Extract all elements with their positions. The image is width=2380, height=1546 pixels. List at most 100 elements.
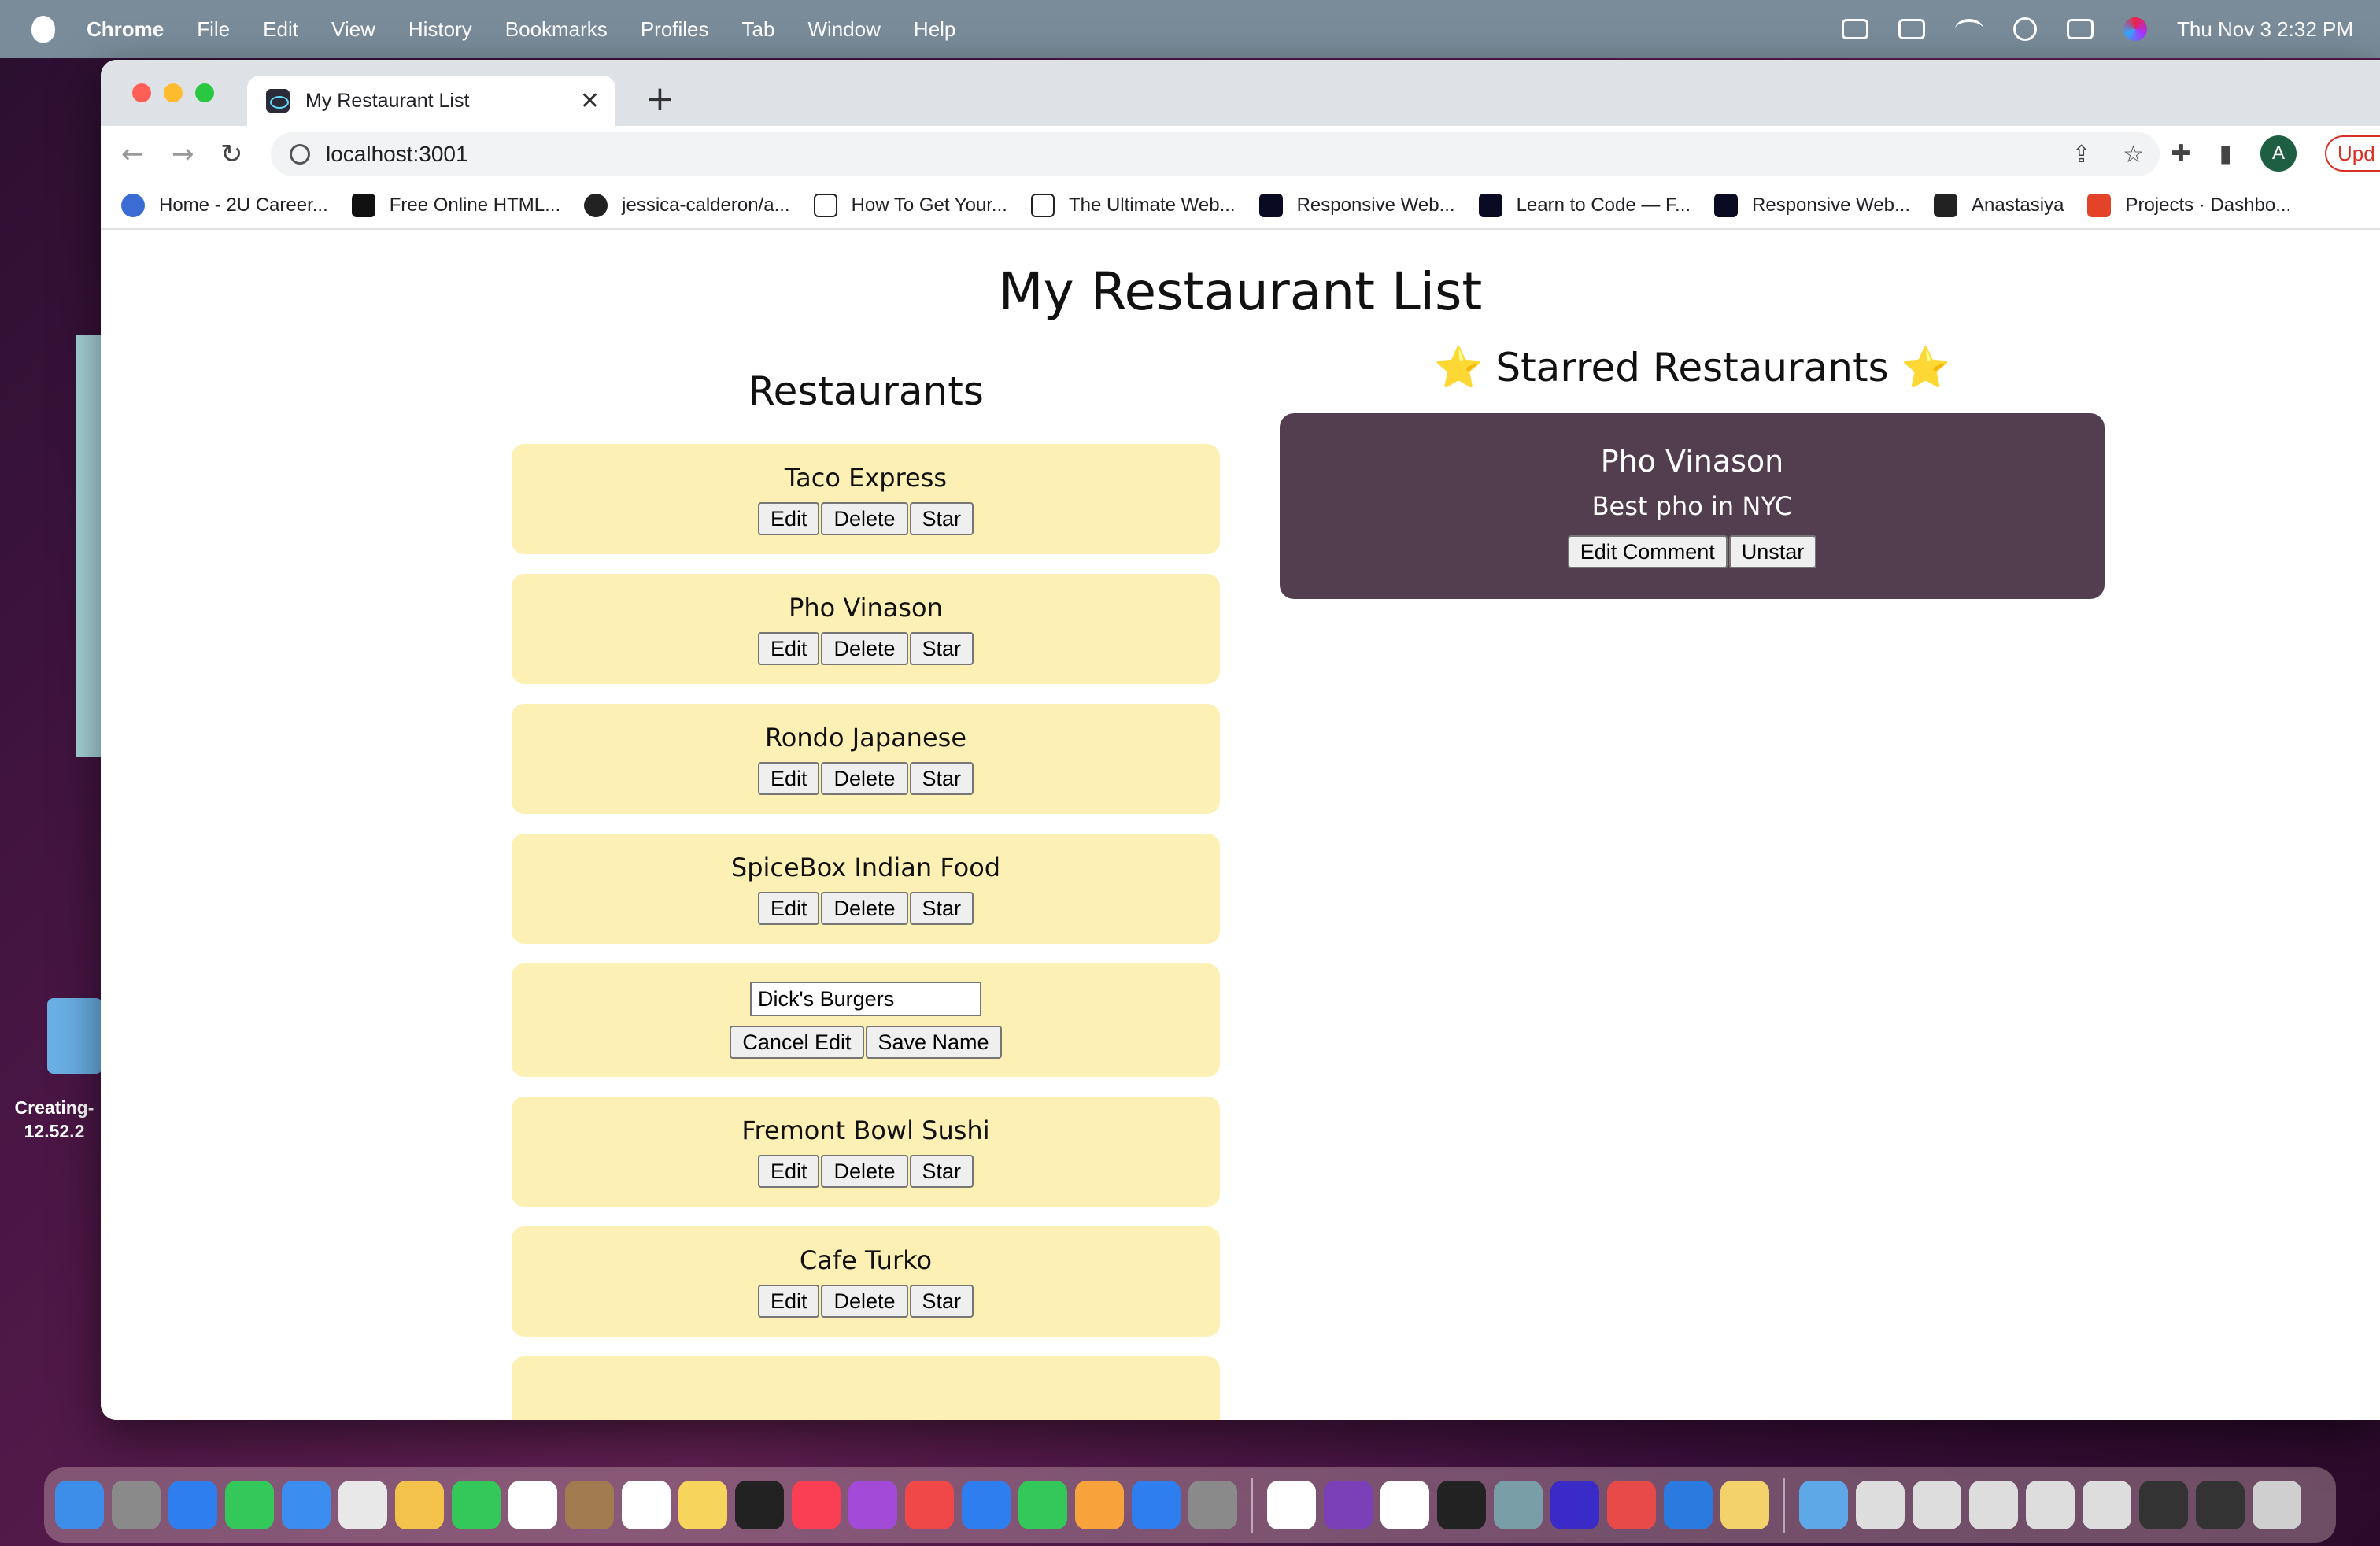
profile-avatar[interactable]: A [2260,135,2297,172]
edit-button[interactable]: Edit [757,502,820,535]
star-button[interactable]: Star [909,1155,974,1188]
bookmark-item[interactable]: Anastasiya [1934,194,2064,217]
delete-button[interactable]: Delete [821,632,908,665]
menu-edit[interactable]: Edit [263,17,298,42]
bookmark-item[interactable]: jessica-calderon/a... [584,194,790,217]
delete-button[interactable]: Delete [821,502,908,535]
update-button[interactable]: Upd [2325,135,2380,172]
terminal-icon[interactable] [1437,1481,1486,1529]
menu-file[interactable]: File [197,17,230,42]
doc-icon[interactable] [2196,1481,2245,1529]
music-icon[interactable] [792,1481,841,1529]
bookmark-item[interactable]: How To Get Your... [813,194,1007,217]
numbers-icon[interactable] [1018,1481,1067,1529]
menu-window[interactable]: Window [808,17,880,42]
browser-icon[interactable] [1550,1481,1599,1529]
star-button[interactable]: Star [909,502,974,535]
search-icon[interactable] [2013,17,2037,41]
calendar-icon[interactable] [508,1481,557,1529]
extensions-icon[interactable]: ✚ [2171,140,2190,168]
podcasts-icon[interactable] [848,1481,897,1529]
edit-button[interactable]: Edit [757,1155,820,1188]
bookmark-item[interactable]: Free Online HTML... [351,194,560,217]
mail-icon[interactable] [282,1481,331,1529]
minimize-window-icon[interactable] [164,83,183,102]
forward-icon[interactable]: → [172,139,194,170]
edit-button[interactable]: Edit [757,762,820,795]
contacts-icon[interactable] [565,1481,614,1529]
camera-icon[interactable] [1842,19,1868,39]
messages-icon[interactable] [225,1481,274,1529]
chrome-icon[interactable] [1380,1481,1429,1529]
address-bar[interactable]: localhost:3001 ⇪ ☆ [271,132,2160,176]
url-text[interactable]: localhost:3001 [326,142,468,167]
side-panel-icon[interactable]: ▮ [2219,140,2232,168]
delete-button[interactable]: Delete [821,1285,908,1318]
reminders-icon[interactable] [622,1481,671,1529]
menu-view[interactable]: View [331,17,375,42]
stickies-icon[interactable] [1720,1481,1769,1529]
menu-tab[interactable]: Tab [742,17,775,42]
facetime-icon[interactable] [452,1481,501,1529]
doc-icon[interactable] [1913,1481,1961,1529]
save-name-button[interactable]: Save Name [865,1026,1002,1059]
bookmark-item[interactable]: Responsive Web... [1258,194,1455,217]
edit-button[interactable]: Edit [757,632,820,665]
star-button[interactable]: Star [909,892,974,925]
settings-icon[interactable] [1188,1481,1237,1529]
delete-button[interactable]: Delete [821,1155,908,1188]
photos-icon[interactable] [395,1481,444,1529]
appstore-icon[interactable] [1132,1481,1181,1529]
spark-icon[interactable] [1607,1481,1656,1529]
desktop-file-label[interactable]: Creating- 12.52.2 [6,1096,102,1143]
battery-icon[interactable] [1898,19,1925,39]
close-window-icon[interactable] [132,83,151,102]
reload-icon[interactable]: ↻ [220,139,243,170]
zoom-window-icon[interactable] [195,83,214,102]
star-button[interactable]: Star [909,632,974,665]
doc-icon[interactable] [2139,1481,2188,1529]
doc-icon[interactable] [2082,1481,2131,1529]
bookmark-item[interactable]: Responsive Web... [1714,194,1910,217]
finder-icon[interactable] [55,1481,104,1529]
gitkraken-icon[interactable] [1494,1481,1543,1529]
star-button[interactable]: Star [909,762,974,795]
restaurant-name-input[interactable] [750,982,981,1016]
bookmark-item[interactable]: Learn to Code — F... [1478,194,1691,217]
bookmark-item[interactable]: Home - 2U Career... [121,194,328,217]
cancel-edit-button[interactable]: Cancel Edit [730,1026,864,1059]
control-center-icon[interactable] [2067,19,2094,39]
safari-icon[interactable] [168,1481,217,1529]
keynote-icon[interactable] [962,1481,1011,1529]
onenote-icon[interactable] [1324,1481,1373,1529]
menu-history[interactable]: History [408,17,472,42]
menu-bookmarks[interactable]: Bookmarks [505,17,608,42]
menubar-clock[interactable]: Thu Nov 3 2:32 PM [2177,17,2353,42]
tv-icon[interactable] [735,1481,784,1529]
delete-button[interactable]: Delete [821,762,908,795]
star-button[interactable]: Star [909,1285,974,1318]
desktop-sticky-note[interactable] [76,335,102,757]
tab-active[interactable]: My Restaurant List ✕ [247,76,615,126]
folder-icon[interactable] [1799,1481,1848,1529]
bookmark-item[interactable]: Projects · Dashbo... [2087,194,2291,217]
doc-icon[interactable] [1969,1481,2018,1529]
bookmark-item[interactable]: The Ultimate Web... [1030,194,1236,217]
slack-icon[interactable] [1267,1481,1316,1529]
vscode-icon[interactable] [1664,1481,1713,1529]
trash-icon[interactable] [2252,1481,2301,1529]
wifi-icon[interactable] [1955,19,1983,39]
doc-icon[interactable] [1856,1481,1905,1529]
edit-button[interactable]: Edit [757,892,820,925]
doc-icon[interactable] [2026,1481,2075,1529]
tab-close-icon[interactable]: ✕ [580,87,600,115]
desktop-file-icon[interactable] [47,998,102,1074]
pages-icon[interactable] [1075,1481,1124,1529]
delete-button[interactable]: Delete [821,892,908,925]
maps-icon[interactable] [338,1481,387,1529]
back-icon[interactable]: ← [121,139,144,170]
menu-profiles[interactable]: Profiles [641,17,709,42]
bookmark-star-icon[interactable]: ☆ [2123,141,2144,168]
unstar-button[interactable]: Unstar [1728,535,1817,568]
apple-icon[interactable] [31,16,55,43]
